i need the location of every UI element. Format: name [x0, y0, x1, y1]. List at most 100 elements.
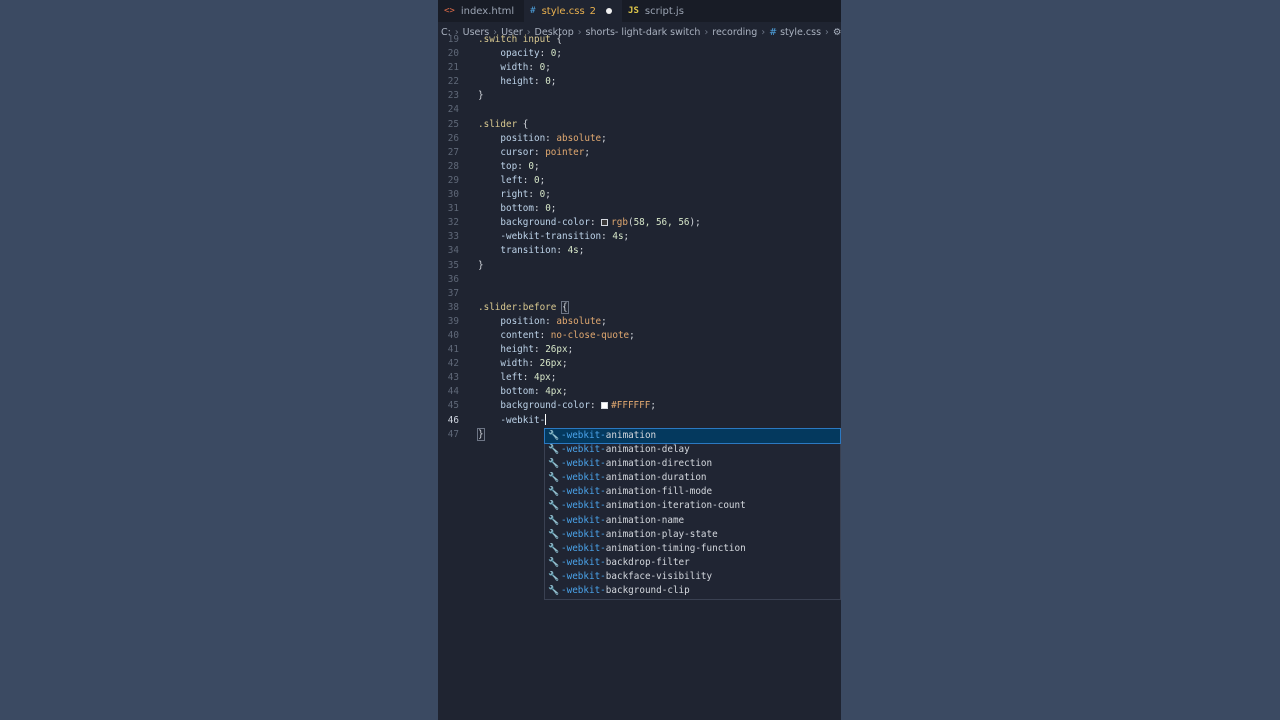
- line-text: position: absolute;: [478, 132, 606, 146]
- unsaved-dot-icon[interactable]: [606, 8, 613, 14]
- code-token: }: [478, 90, 484, 102]
- code-token: :: [533, 386, 546, 398]
- code-line[interactable]: 46 -webkit-: [438, 413, 841, 428]
- code-line[interactable]: 22 height: 0;: [438, 75, 841, 89]
- line-text: left: 0;: [478, 174, 545, 188]
- suggestion-item[interactable]: 🔧 -webkit-animation-timing-function: [545, 542, 840, 556]
- line-number: 32: [447, 217, 459, 229]
- code-token: -webkit-transition: [500, 231, 602, 243]
- code-line[interactable]: 39 position: absolute;: [438, 315, 841, 329]
- code-token: :: [539, 329, 551, 341]
- code-token: :: [528, 62, 540, 74]
- wrench-icon: 🔧: [548, 571, 560, 582]
- code-line[interactable]: 33 -webkit-transition: 4s;: [438, 230, 841, 244]
- tab-index-html[interactable]: <> index.html: [438, 0, 524, 22]
- autocomplete-suggestions[interactable]: 🔧 -webkit-animation 🔧 -webkit-animation-del…: [544, 427, 841, 600]
- tab-style-css[interactable]: # style.css 2: [524, 0, 623, 22]
- code-token: cursor: [500, 146, 534, 158]
- code-line[interactable]: 27 cursor: pointer;: [438, 146, 841, 160]
- code-line[interactable]: 41 height: 26px;: [438, 343, 841, 357]
- code-line[interactable]: 35}: [438, 259, 841, 273]
- suggestion-match: -webkit-: [561, 458, 606, 470]
- code-line[interactable]: 24: [438, 103, 841, 117]
- suggestion-item[interactable]: 🔧 -webkit-backface-visibility: [545, 570, 840, 584]
- suggestion-item[interactable]: 🔧 -webkit-backdrop-filter: [545, 556, 840, 570]
- line-number: 35: [447, 259, 459, 271]
- code-token: ;: [545, 62, 551, 74]
- code-editor[interactable]: <> index.html # style.css 2 JS script.js C: › Us…: [438, 0, 841, 720]
- suggestion-item[interactable]: 🔧 -webkit-animation-name: [545, 514, 840, 528]
- suggestion-item[interactable]: 🔧 -webkit-background-clip: [545, 584, 840, 598]
- code-token: ;: [545, 189, 551, 201]
- code-line[interactable]: 21 width: 0;: [438, 61, 841, 75]
- code-line[interactable]: 40 content: no-close-quote;: [438, 329, 841, 343]
- code-line[interactable]: 34 transition: 4s;: [438, 244, 841, 258]
- code-token: :: [528, 189, 540, 201]
- code-line[interactable]: 32 background-color: rgb(58, 56, 56);: [438, 216, 841, 230]
- code-line[interactable]: 23}: [438, 89, 841, 103]
- line-number: 34: [447, 245, 459, 257]
- code-token: :: [533, 344, 546, 356]
- line-text: position: absolute;: [478, 315, 606, 329]
- line-number: 23: [447, 90, 459, 102]
- code-token: 26px: [545, 344, 568, 356]
- color-swatch-icon[interactable]: [601, 402, 609, 410]
- code-line[interactable]: 36: [438, 273, 841, 287]
- line-text: -webkit-transition: 4s;: [478, 230, 629, 244]
- line-text: .slider:before {: [478, 300, 569, 315]
- code-line[interactable]: 38 .slider:before {: [438, 300, 841, 315]
- code-line[interactable]: 31 bottom: 0;: [438, 202, 841, 216]
- suggestion-match: -webkit-: [561, 585, 606, 597]
- code-token: rgb: [611, 217, 628, 229]
- suggestion-item[interactable]: 🔧 -webkit-animation: [544, 427, 841, 445]
- line-text: .slider {: [478, 118, 528, 132]
- suggestion-item[interactable]: 🔧 -webkit-animation-fill-mode: [545, 485, 840, 499]
- code-line[interactable]: 26 position: absolute;: [438, 132, 841, 146]
- suggestion-item[interactable]: 🔧 -webkit-animation-direction: [545, 457, 840, 471]
- code-token: }: [478, 259, 484, 271]
- code-line[interactable]: 45 background-color: #FFFFFF;: [438, 399, 841, 413]
- code-line[interactable]: 19 .switch input {: [438, 33, 841, 47]
- line-text: bottom: 0;: [478, 202, 556, 216]
- suggestion-item[interactable]: 🔧 -webkit-animation-play-state: [545, 528, 840, 542]
- suggestion-match: -webkit-: [561, 500, 606, 512]
- color-swatch-icon[interactable]: [601, 219, 609, 227]
- tab-bar: <> index.html # style.css 2 JS script.js: [438, 0, 841, 22]
- code-line[interactable]: 44 bottom: 4px;: [438, 385, 841, 399]
- code-line[interactable]: 29 left: 0;: [438, 174, 841, 188]
- suggestion-item[interactable]: 🔧 -webkit-animation-duration: [545, 471, 840, 485]
- code-token: bottom: [500, 203, 534, 215]
- line-text: width: 26px;: [478, 357, 568, 371]
- code-token: {: [522, 118, 529, 130]
- suggestion-label: animation-duration: [605, 472, 707, 484]
- code-line[interactable]: 30 right: 0;: [438, 188, 841, 202]
- line-number: 47: [447, 428, 459, 440]
- code-line[interactable]: 37: [438, 287, 841, 301]
- line-text: transition: 4s;: [478, 244, 584, 258]
- code-token: 4s: [612, 231, 624, 243]
- code-line[interactable]: 43 left: 4px;: [438, 371, 841, 385]
- code-line[interactable]: 25 .slider {: [438, 118, 841, 132]
- suggestion-match: -webkit-: [561, 486, 606, 498]
- code-token: 58, 56, 56: [633, 217, 690, 229]
- line-number: 39: [447, 315, 459, 327]
- suggestion-item[interactable]: 🔧 -webkit-animation-iteration-count: [545, 499, 840, 513]
- suggestion-item[interactable]: 🔧 -webkit-animation-delay: [545, 443, 840, 457]
- tab-label: script.js: [644, 5, 684, 17]
- code-token: ;: [561, 386, 568, 398]
- code-token: ;: [561, 358, 568, 370]
- code-token: .slider: [478, 118, 523, 130]
- code-token: ;: [623, 231, 630, 243]
- line-number: 41: [447, 344, 459, 356]
- wrench-icon: 🔧: [548, 445, 560, 456]
- code-line[interactable]: 28 top: 0;: [438, 160, 841, 174]
- tab-script-js[interactable]: JS script.js: [622, 0, 694, 22]
- code-line[interactable]: 42 width: 26px;: [438, 357, 841, 371]
- code-area[interactable]: 19 .switch input {20 opacity: 0; 21 width:…: [438, 33, 841, 442]
- code-line[interactable]: 20 opacity: 0;: [438, 47, 841, 61]
- tab-label: index.html: [460, 5, 515, 17]
